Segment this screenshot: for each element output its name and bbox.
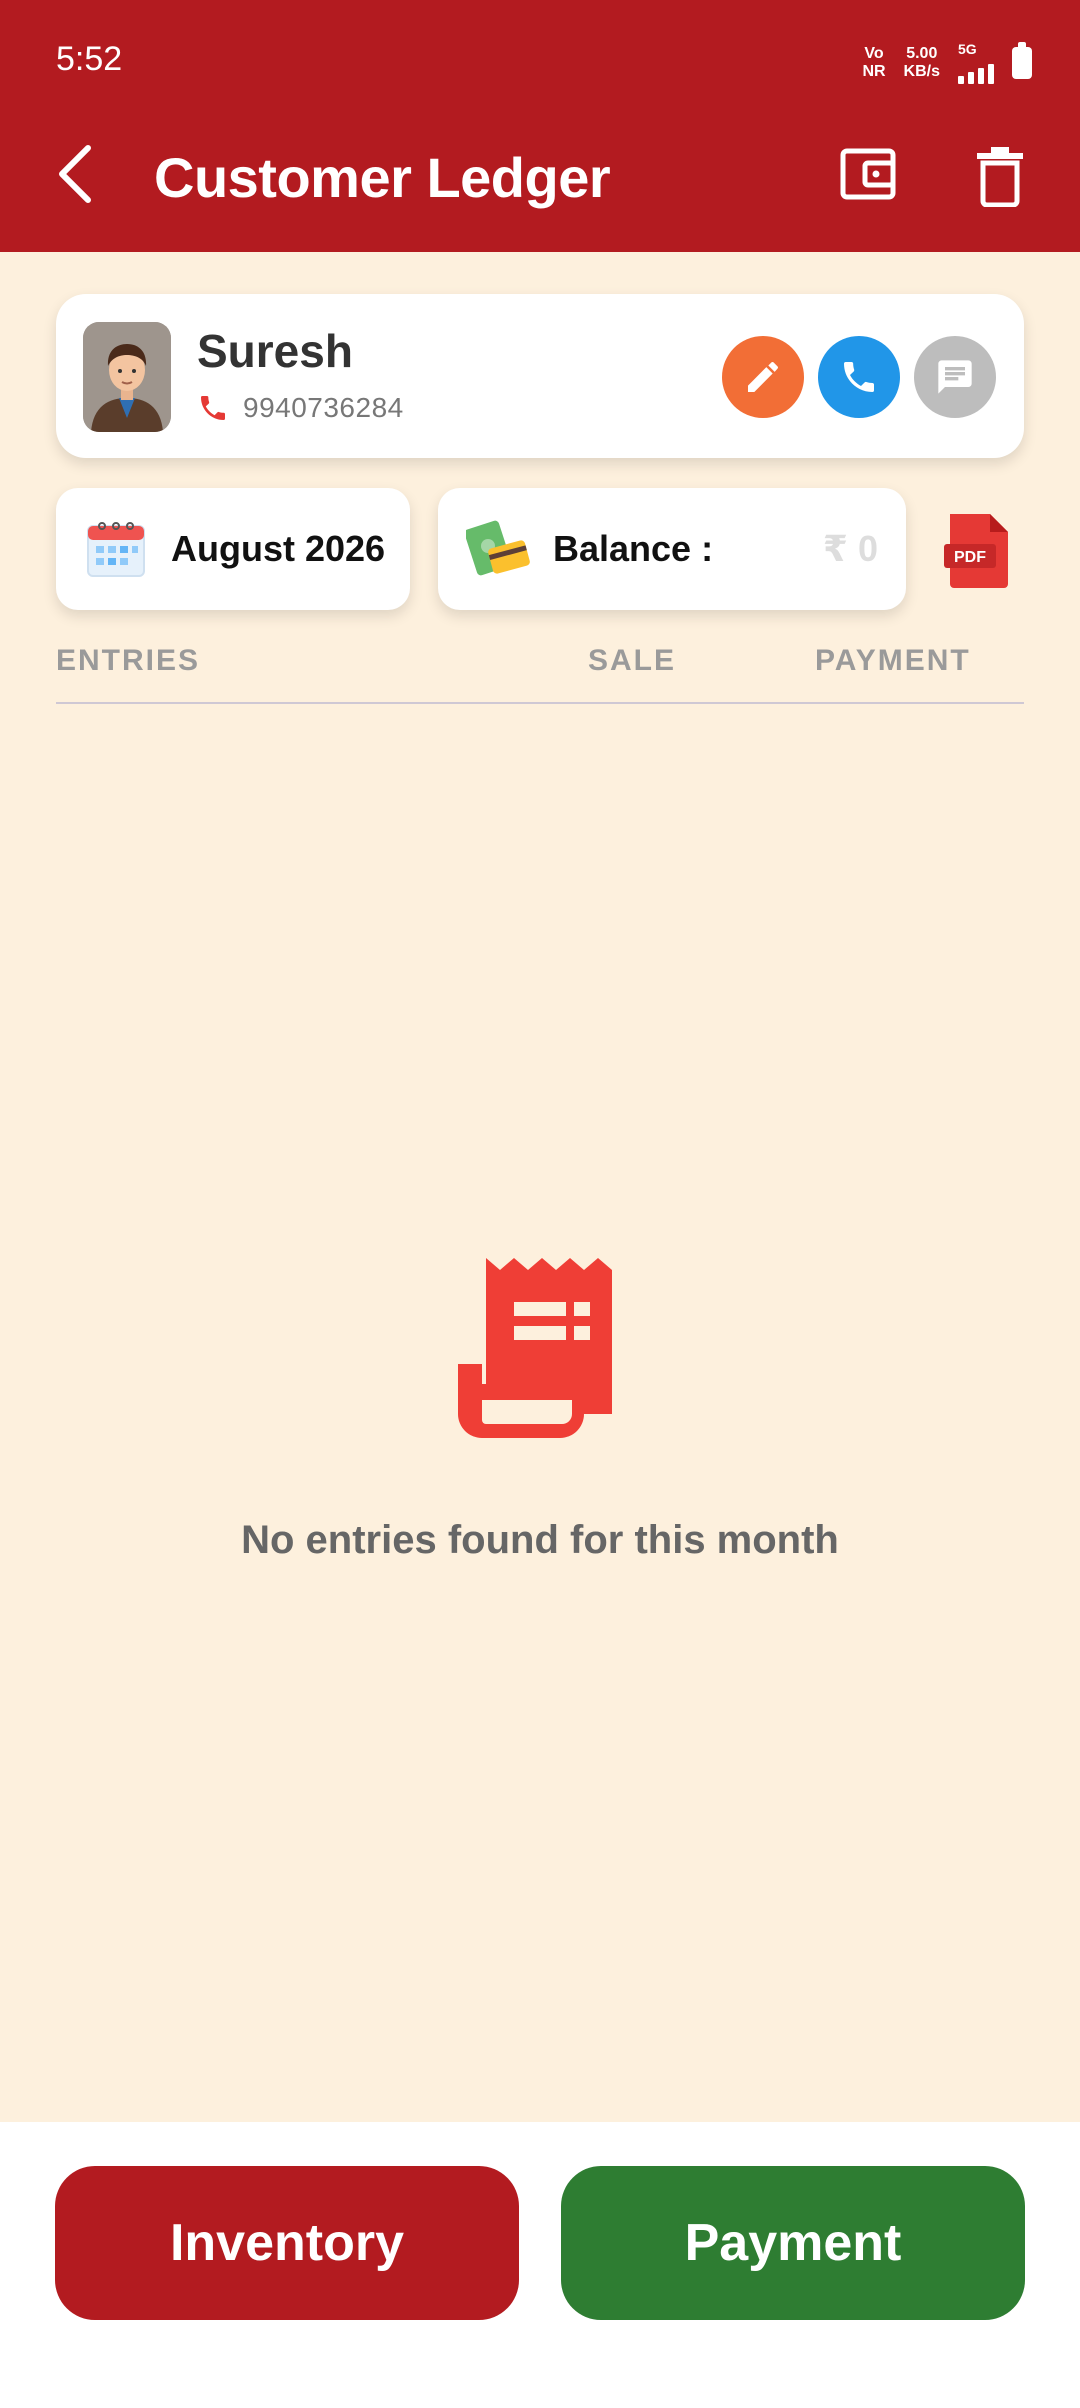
customer-phone-row: 9940736284 — [197, 392, 404, 424]
network-type: Vo NR — [862, 45, 886, 80]
column-payment: PAYMENT — [815, 644, 971, 677]
wallet-icon — [840, 148, 896, 200]
status-icons: Vo NR 5.00 KB/s 5G — [862, 42, 1032, 84]
calendar-icon — [87, 522, 145, 577]
status-time: 5:52 — [56, 40, 123, 78]
message-icon — [938, 360, 972, 394]
header-divider — [56, 702, 1024, 704]
signal-strength: 5G — [958, 42, 994, 84]
balance-label: Balance : — [553, 528, 714, 569]
phone-icon — [201, 396, 225, 420]
avatar — [83, 322, 171, 432]
app-bar: 5:52 Vo NR 5.00 KB/s 5G Customer Ledger — [0, 0, 1080, 252]
payment-button[interactable]: Payment — [561, 2166, 1025, 2320]
trash-icon — [977, 147, 1023, 208]
edit-button[interactable] — [722, 336, 804, 418]
pdf-file-icon: PDF — [944, 514, 1008, 588]
money-card-icon — [466, 520, 530, 576]
page-title: Customer Ledger — [154, 146, 611, 209]
wallet-button[interactable] — [838, 145, 898, 205]
back-arrow-icon — [59, 145, 91, 203]
inventory-button[interactable]: Inventory — [55, 2166, 519, 2320]
month-selector[interactable]: August 2026 — [56, 488, 410, 610]
customer-name: Suresh — [197, 325, 353, 377]
pdf-export-button[interactable]: PDF — [944, 510, 1014, 590]
back-button[interactable] — [52, 142, 100, 206]
network-speed: 5.00 KB/s — [903, 45, 940, 80]
signal-bars-icon — [958, 56, 994, 84]
customer-phone: 9940736284 — [243, 392, 404, 423]
battery-icon — [1012, 42, 1032, 79]
call-button[interactable] — [818, 336, 900, 418]
column-entries: ENTRIES — [56, 644, 201, 677]
month-label: August 2026 — [171, 528, 386, 569]
empty-state-message: No entries found for this month — [241, 1518, 839, 1562]
balance-value: ₹ 0 — [822, 528, 878, 569]
edit-icon — [748, 362, 778, 392]
receipt-icon — [456, 1254, 624, 1440]
message-button[interactable] — [914, 336, 996, 418]
bottom-action-bar: Inventory Payment — [0, 2122, 1080, 2408]
balance-card: Balance : ₹ 0 — [438, 488, 906, 610]
delete-button[interactable] — [975, 145, 1025, 208]
person-avatar-icon — [83, 322, 171, 432]
customer-card: Suresh 9940736284 — [56, 294, 1024, 458]
pdf-label: PDF — [954, 549, 986, 566]
phone-icon — [844, 362, 874, 392]
column-sale: SALE — [588, 644, 677, 677]
